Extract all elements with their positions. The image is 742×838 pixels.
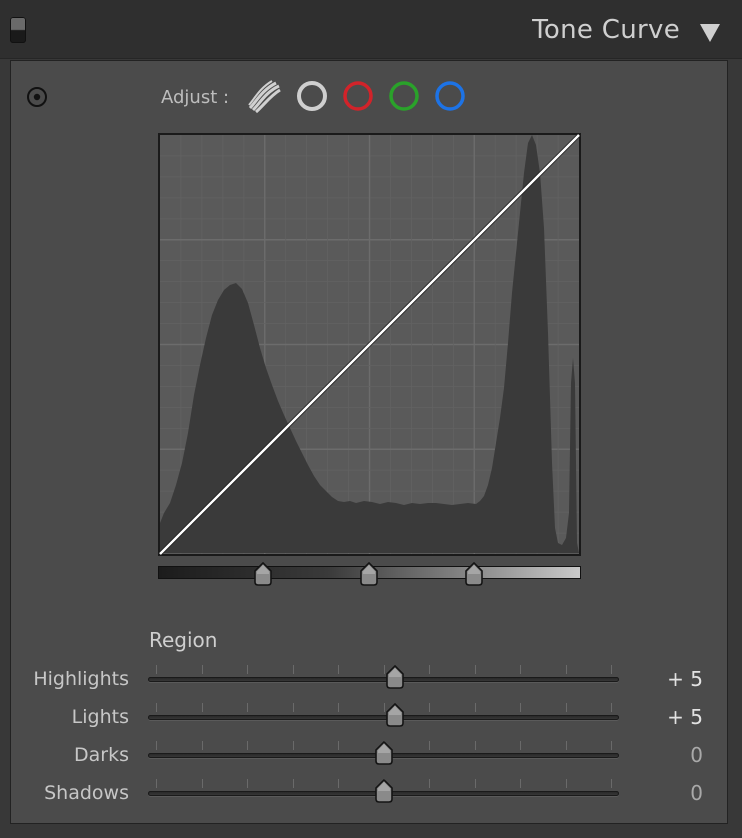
slider-tick <box>474 741 476 750</box>
slider-tick <box>338 665 339 674</box>
split-point-handle-2[interactable] <box>358 561 380 586</box>
region-heading: Region <box>149 628 218 652</box>
green-channel-icon[interactable] <box>386 78 422 114</box>
highlights-label: Highlights <box>33 668 129 690</box>
darks-slider-thumb[interactable] <box>373 740 395 765</box>
darks-label: Darks <box>74 744 129 766</box>
blue-channel-icon[interactable] <box>432 78 468 114</box>
slider-tick <box>611 741 612 750</box>
slider-tick <box>156 703 157 712</box>
slider-tick <box>474 665 476 674</box>
slider-tick <box>338 703 339 712</box>
slider-tick <box>520 741 521 750</box>
lights-label: Lights <box>71 706 129 728</box>
split-point-handle-3[interactable] <box>463 561 485 586</box>
slider-tick <box>292 665 294 674</box>
parametric-curve-icon[interactable] <box>246 78 282 114</box>
slider-tick <box>156 665 157 674</box>
slider-tick <box>292 703 294 712</box>
slider-tick <box>565 703 567 712</box>
slider-tick <box>611 779 612 788</box>
slider-tick <box>156 741 157 750</box>
lights-slider-thumb[interactable] <box>384 702 406 727</box>
slider-tick <box>429 703 430 712</box>
slider-tick <box>247 741 248 750</box>
slider-tick <box>201 665 203 674</box>
slider-tick <box>292 741 294 750</box>
tone-curve-panel: Tone Curve Adjust : Region Highlights + … <box>0 0 742 838</box>
darks-value[interactable]: 0 <box>690 743 703 767</box>
slider-tick <box>520 665 521 674</box>
slider-tick <box>201 779 203 788</box>
slider-tick <box>292 779 294 788</box>
slider-tick <box>247 665 248 674</box>
panel-title: Tone Curve <box>532 15 680 45</box>
slider-tick <box>156 779 157 788</box>
slider-tick <box>338 741 339 750</box>
collapse-triangle-icon[interactable] <box>700 24 720 42</box>
shadows-label: Shadows <box>44 782 129 804</box>
slider-tick <box>201 703 203 712</box>
slider-tick <box>520 779 521 788</box>
slider-tick <box>611 665 612 674</box>
slider-row-highlights: Highlights + 5 <box>11 664 727 695</box>
highlights-slider-thumb[interactable] <box>384 664 406 689</box>
highlights-value[interactable]: + 5 <box>667 667 703 691</box>
tone-curve-graph[interactable] <box>158 133 581 556</box>
tone-curve-body: Adjust : Region Highlights + 5 Lights + … <box>10 60 728 824</box>
slider-tick <box>565 665 567 674</box>
slider-tick <box>611 703 612 712</box>
slider-tick <box>201 741 203 750</box>
panel-switch-icon[interactable] <box>10 17 26 43</box>
slider-tick <box>520 703 521 712</box>
slider-row-shadows: Shadows 0 <box>11 778 727 809</box>
slider-row-lights: Lights + 5 <box>11 702 727 733</box>
slider-tick <box>474 779 476 788</box>
lights-value[interactable]: + 5 <box>667 705 703 729</box>
slider-tick <box>429 779 430 788</box>
split-point-handle-1[interactable] <box>252 561 274 586</box>
adjust-label: Adjust : <box>161 87 230 108</box>
targeted-adjustment-icon[interactable] <box>26 86 48 108</box>
slider-tick <box>247 703 248 712</box>
slider-tick <box>474 703 476 712</box>
panel-header[interactable]: Tone Curve <box>0 0 742 59</box>
slider-tick <box>429 665 430 674</box>
slider-tick <box>338 779 339 788</box>
slider-tick <box>429 741 430 750</box>
red-channel-icon[interactable] <box>340 78 376 114</box>
slider-tick <box>565 741 567 750</box>
shadows-slider-thumb[interactable] <box>373 778 395 803</box>
shadows-value[interactable]: 0 <box>690 781 703 805</box>
slider-tick <box>247 779 248 788</box>
slider-tick <box>565 779 567 788</box>
slider-row-darks: Darks 0 <box>11 740 727 771</box>
point-curve-icon[interactable] <box>294 78 330 114</box>
